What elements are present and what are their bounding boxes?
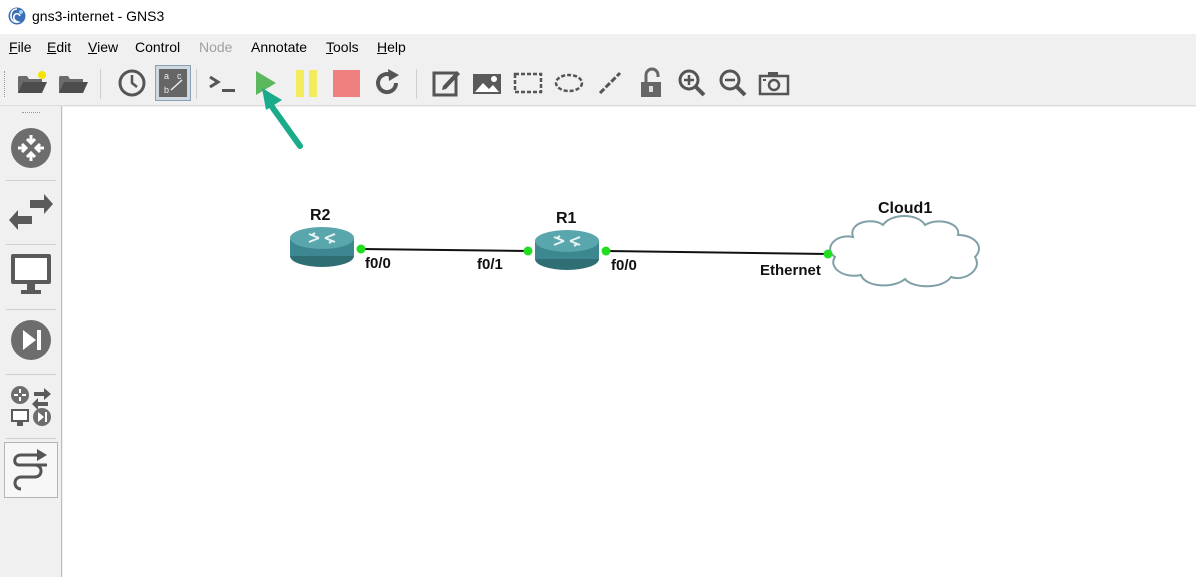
menu-edit[interactable]: Edit — [47, 39, 71, 55]
panel-separator — [6, 180, 56, 181]
browse-end-devices-button[interactable] — [4, 246, 58, 302]
draw-rectangle-icon — [513, 72, 543, 94]
menu-tools[interactable]: Tools — [326, 39, 359, 55]
title-bar: gns3-internet - GNS3 — [0, 0, 1196, 34]
browse-security-devices-button[interactable] — [4, 312, 58, 368]
panel-separator — [6, 244, 56, 245]
menu-help[interactable]: Help — [377, 39, 406, 55]
cloud-cloud1[interactable] — [829, 215, 980, 288]
port-label-r2-f0-0[interactable]: f0/0 — [365, 255, 391, 272]
reload-all-button[interactable] — [369, 65, 405, 101]
show-interface-labels-icon: a c b — [159, 69, 187, 97]
reload-all-icon — [376, 69, 399, 95]
insert-picture-button[interactable] — [469, 65, 505, 101]
screenshot-camera-icon — [758, 72, 790, 96]
security-devices-icon — [11, 320, 51, 360]
port-label-cloud1-ethernet[interactable]: Ethernet — [760, 262, 821, 279]
draw-line-icon — [598, 71, 622, 95]
window-title: gns3-internet - GNS3 — [32, 8, 165, 24]
port-status-r1-f0-1 — [523, 246, 533, 256]
switches-icon — [9, 194, 53, 230]
toolbar-grip[interactable] — [4, 71, 7, 97]
screenshot-button[interactable] — [756, 65, 792, 101]
panel-separator — [6, 374, 56, 375]
lock-unlock-icon — [641, 67, 661, 97]
node-label-r2[interactable]: R2 — [310, 207, 330, 225]
stop-all-icon — [333, 70, 360, 97]
toolbar-separator — [416, 69, 417, 99]
menu-view[interactable]: View — [88, 39, 118, 55]
browse-all-devices-button[interactable] — [4, 378, 58, 434]
console-all-icon — [209, 75, 235, 92]
topology-drawing — [290, 215, 980, 288]
router-r2[interactable] — [290, 227, 354, 267]
gns3-logo-icon — [8, 7, 26, 25]
zoom-in-button[interactable] — [674, 65, 710, 101]
panel-separator — [6, 309, 56, 310]
router-r1[interactable] — [535, 230, 599, 270]
panel-separator — [6, 438, 56, 439]
add-link-icon — [13, 449, 47, 491]
panel-grip[interactable] — [22, 112, 40, 115]
end-devices-icon — [11, 254, 51, 294]
new-project-folder-icon — [18, 71, 47, 93]
snapshot-clock-icon — [118, 69, 146, 97]
menu-annotate[interactable]: Annotate — [251, 39, 307, 55]
menu-control[interactable]: Control — [135, 39, 180, 55]
draw-rectangle-button[interactable] — [510, 65, 546, 101]
device-panel — [0, 106, 62, 577]
annotation-arrow-icon — [262, 88, 303, 149]
draw-line-button[interactable] — [592, 65, 628, 101]
routers-icon — [11, 128, 51, 168]
draw-ellipse-icon — [554, 73, 584, 93]
add-note-icon — [432, 71, 460, 97]
port-label-r1-f0-0[interactable]: f0/0 — [611, 257, 637, 274]
link-r2-r1[interactable] — [360, 248, 529, 252]
menu-bar: File Edit View Control Node Annotate Too… — [0, 34, 1196, 61]
menu-file[interactable]: File — [9, 39, 32, 55]
browse-routers-button[interactable] — [4, 120, 58, 176]
link-r1-cloud1[interactable] — [605, 250, 829, 255]
lock-unlock-button[interactable] — [633, 65, 669, 101]
zoom-in-icon — [678, 69, 706, 97]
port-label-r1-f0-1[interactable]: f0/1 — [477, 256, 503, 273]
zoom-out-icon — [719, 69, 747, 97]
svg-text:c: c — [177, 71, 182, 81]
browse-switches-button[interactable] — [4, 184, 58, 240]
menu-node[interactable]: Node — [199, 39, 232, 55]
main-toolbar: a c b — [0, 61, 1196, 106]
node-label-cloud1[interactable]: Cloud1 — [878, 200, 932, 218]
port-status-cloud1-ethernet — [823, 249, 833, 259]
port-status-r1-f0-0 — [601, 246, 611, 256]
toolbar-separator — [196, 69, 197, 99]
svg-text:b: b — [164, 85, 169, 95]
node-label-r1[interactable]: R1 — [556, 210, 576, 228]
add-link-button[interactable] — [4, 442, 58, 498]
open-project-folder-icon — [59, 76, 88, 93]
snapshot-button[interactable] — [114, 65, 150, 101]
new-project-button[interactable] — [14, 65, 50, 101]
port-status-r2-f0-0 — [356, 244, 366, 254]
stop-all-button[interactable] — [328, 65, 364, 101]
show-interface-labels-button[interactable]: a c b — [155, 65, 191, 101]
draw-ellipse-button[interactable] — [551, 65, 587, 101]
topology-canvas[interactable]: R2 R1 Cloud1 f0/0 f0/1 f0/0 Ethernet — [63, 107, 1196, 577]
insert-picture-icon — [473, 74, 501, 94]
console-all-button[interactable] — [205, 65, 241, 101]
zoom-out-button[interactable] — [715, 65, 751, 101]
open-project-button[interactable] — [55, 65, 91, 101]
add-note-button[interactable] — [428, 65, 464, 101]
svg-text:a: a — [164, 71, 169, 81]
all-devices-icon — [11, 386, 51, 426]
toolbar-separator — [100, 69, 101, 99]
